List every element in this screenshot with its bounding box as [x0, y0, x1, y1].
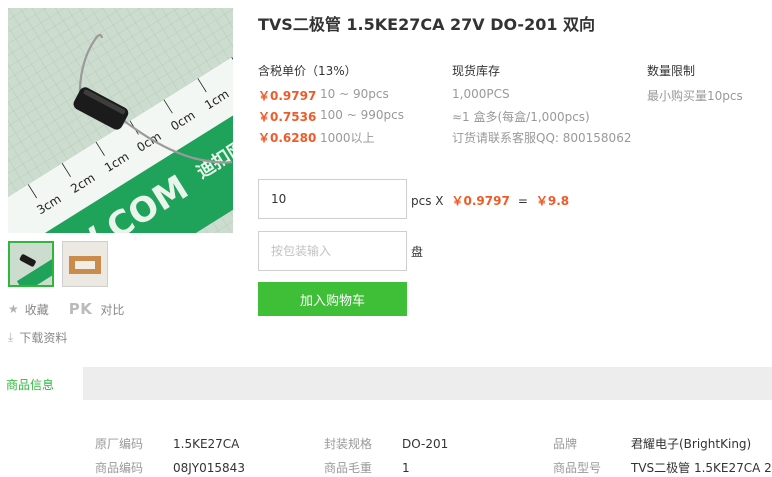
stock-contact: 订货请联系客服QQ: 800158062: [452, 131, 632, 145]
limit-header: 数量限制: [647, 64, 696, 78]
stock-header: 现货库存: [452, 64, 501, 78]
favorite-label: 收藏: [24, 302, 49, 317]
spec-key: 商品型号: [553, 461, 602, 475]
tier-qty: 1000以上: [320, 131, 375, 145]
thumbnail-1[interactable]: [8, 241, 54, 287]
spec-key: 原厂编码: [95, 437, 144, 451]
spec-item: 商品毛重 1: [324, 459, 410, 476]
price-tier: ￥0.6280 1000以上: [258, 129, 375, 146]
product-photo: 3cm 2cm 1cm 0cm 0cm 1cm 2c WW.COM 迪扣网: [8, 8, 233, 233]
product-main-image: 3cm 2cm 1cm 0cm 0cm 1cm 2c WW.COM 迪扣网: [8, 8, 233, 233]
star-icon: ★: [8, 302, 19, 316]
package-input[interactable]: [258, 231, 407, 271]
spec-value: DO-201: [402, 437, 449, 451]
unit-label: pcs X: [411, 193, 444, 208]
price-calc: pcs X ￥0.9797 = ￥9.8: [411, 192, 569, 209]
spec-item: 原厂编码 1.5KE27CA: [95, 435, 239, 452]
spec-value: 1.5KE27CA: [173, 437, 240, 451]
tab-product-info[interactable]: 商品信息: [0, 367, 83, 400]
limit-text: 最小购买量10pcs: [647, 89, 743, 103]
spec-item: 品牌 君耀电子(BrightKing): [553, 435, 751, 452]
thumbnail-2[interactable]: [62, 241, 108, 287]
tier-qty: 100 ~ 990pcs: [320, 108, 404, 122]
price-tier: ￥0.9797 10 ~ 90pcs: [258, 87, 389, 104]
add-to-cart-button[interactable]: 加入购物车: [258, 282, 407, 316]
compare-label[interactable]: 对比: [100, 301, 124, 318]
tier-price: ￥0.6280: [258, 131, 317, 145]
stock-count: 1,000PCS: [452, 87, 510, 101]
spec-value: 君耀电子(BrightKing): [631, 437, 752, 451]
info-tab-bar: [0, 367, 772, 400]
total-price: ￥9.8: [535, 194, 570, 208]
spec-key: 品牌: [553, 437, 578, 451]
spec-value: 08JY015843: [173, 461, 245, 475]
thumbnail-strip: [8, 241, 108, 287]
stock-boxes: ≈1 盒多(每盒/1,000pcs): [452, 110, 590, 124]
tier-price: ￥0.7536: [258, 110, 317, 124]
spec-item: 商品编码 08JY015843: [95, 459, 245, 476]
pk-icon: PK: [68, 300, 93, 318]
quantity-input[interactable]: [258, 179, 407, 219]
spec-key: 商品编码: [95, 461, 144, 475]
favorite-action[interactable]: ★ 收藏 PK 对比: [8, 300, 124, 318]
download-action[interactable]: ⤓ 下载资料: [8, 329, 67, 346]
spec-value: TVS二极管 1.5KE27CA 2...: [631, 461, 772, 475]
equals-sign: =: [517, 193, 528, 208]
tier-price: ￥0.9797: [258, 89, 317, 103]
unit-price: ￥0.9797: [451, 194, 510, 208]
spec-item: 商品型号 TVS二极管 1.5KE27CA 2...: [553, 459, 772, 476]
package-unit: 盘: [411, 245, 424, 259]
spec-key: 封装规格: [324, 437, 373, 451]
spec-item: 封装规格 DO-201: [324, 435, 448, 452]
download-icon: ⤓: [8, 330, 14, 344]
spec-value: 1: [402, 461, 410, 475]
tier-qty: 10 ~ 90pcs: [320, 87, 389, 101]
spec-key: 商品毛重: [324, 461, 373, 475]
price-header: 含税单价（13%）: [258, 64, 357, 78]
download-label: 下载资料: [19, 331, 68, 345]
product-title: TVS二极管 1.5KE27CA 27V DO-201 双向: [258, 15, 596, 34]
price-tier: ￥0.7536 100 ~ 990pcs: [258, 108, 404, 125]
